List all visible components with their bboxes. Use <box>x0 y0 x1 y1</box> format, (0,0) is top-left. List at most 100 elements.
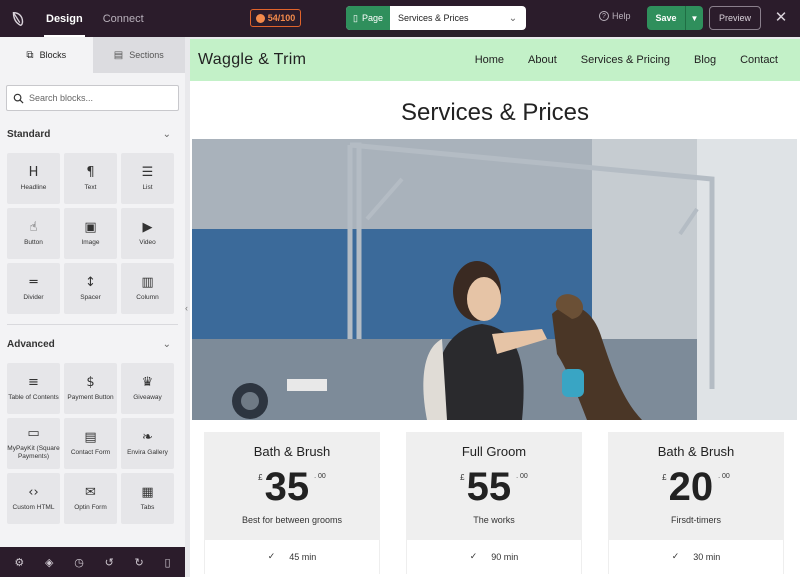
card-price: £55 . 00 <box>406 465 582 509</box>
block-label: Custom HTML <box>12 503 55 511</box>
block-label: Tabs <box>140 503 155 511</box>
block-divider[interactable]: ═ Divider <box>7 263 60 314</box>
chevron-down-icon: ⌄ <box>162 128 171 140</box>
block-text[interactable]: ¶ Text <box>64 153 117 204</box>
card-duration: 90 min <box>491 552 519 562</box>
block-envira-gallery[interactable]: ❧ Envira Gallery <box>121 418 174 469</box>
block-tabs[interactable]: ▦ Tabs <box>121 473 174 524</box>
sidebar-tabs: ⧉ Blocks ▤ Sections <box>0 37 185 73</box>
block-headline[interactable]: H Headline <box>7 153 60 204</box>
nav-services[interactable]: Services & Pricing <box>581 54 670 66</box>
page-icon: ▯ <box>353 12 358 23</box>
site-name[interactable]: Waggle & Trim <box>198 51 306 69</box>
save-button[interactable]: Save ▼ <box>647 6 703 30</box>
block-payment-button[interactable]: $ Payment Button <box>64 363 117 414</box>
card-description: Best for between grooms <box>241 515 343 525</box>
page-tag: ▯ Page <box>346 6 390 30</box>
card-feature-row: ✓ 90 min <box>406 540 582 574</box>
tab-sections-label: Sections <box>129 50 164 60</box>
block-label: Divider <box>23 293 44 301</box>
block-table-of-contents[interactable]: ≡ Table of Contents <box>7 363 60 414</box>
device-preview-icon[interactable]: ▯ <box>165 556 171 569</box>
tab-sections[interactable]: ▤ Sections <box>92 37 185 73</box>
block-label: Headline <box>20 183 47 191</box>
chevron-down-icon[interactable]: ⌄ <box>500 6 526 30</box>
block-label: MyPayKit (Square Payments) <box>7 444 60 460</box>
help-link[interactable]: ? Help <box>599 11 631 21</box>
block-custom-html[interactable]: ‹› Custom HTML <box>7 473 60 524</box>
nav-blog[interactable]: Blog <box>694 54 716 66</box>
block-icon: ▤ <box>84 429 97 445</box>
card-title: Bath & Brush <box>253 444 331 459</box>
nav-about[interactable]: About <box>528 54 557 66</box>
layers-icon[interactable]: ◈ <box>45 556 53 569</box>
score-value: 54/100 <box>267 13 296 23</box>
block-spacer[interactable]: ↕ Spacer <box>64 263 117 314</box>
block-label: Giveaway <box>133 393 162 401</box>
block-button[interactable]: ☝ Button <box>7 208 60 259</box>
page-heading[interactable]: Services & Prices <box>190 99 800 137</box>
block-icon: ═ <box>29 274 38 290</box>
block-icon: ▣ <box>84 219 97 235</box>
tab-connect[interactable]: Connect <box>93 0 154 37</box>
redo-icon[interactable]: ↻ <box>135 556 144 569</box>
pricing-card[interactable]: Bath & Brush £35 . 00 Best for between groo… <box>204 432 380 574</box>
hero-image[interactable] <box>192 139 797 420</box>
history-icon[interactable]: ◷ <box>74 556 84 569</box>
nav-contact[interactable]: Contact <box>740 54 778 66</box>
tab-blocks-label: Blocks <box>39 50 67 60</box>
block-label: Spacer <box>80 293 101 301</box>
price-cents: . 00 <box>314 473 326 480</box>
section-divider <box>7 324 178 325</box>
block-optin-form[interactable]: ✉ Optin Form <box>64 473 117 524</box>
close-icon[interactable]: ✕ <box>772 8 790 26</box>
block-giveaway[interactable]: ♛ Giveaway <box>121 363 174 414</box>
block-icon: ‹› <box>28 484 39 500</box>
block-icon: ☝ <box>29 219 38 235</box>
advanced-section-header[interactable]: Advanced ⌄ <box>0 335 185 353</box>
site-nav: Home About Services & Pricing Blog Conta… <box>475 54 800 66</box>
tab-blocks[interactable]: ⧉ Blocks <box>0 37 93 73</box>
standard-section-header[interactable]: Standard ⌄ <box>0 125 185 143</box>
card-description: Firsdt-timers <box>671 515 721 525</box>
card-title: Full Groom <box>461 444 527 459</box>
tab-design[interactable]: Design <box>36 0 93 37</box>
search-icon <box>13 93 24 104</box>
currency-symbol: £ <box>460 473 465 482</box>
block-label: Optin Form <box>74 503 107 511</box>
settings-icon[interactable]: ⚙ <box>14 556 24 569</box>
card-description: The works <box>473 515 515 525</box>
page-selector[interactable]: ▯ Page Services & Prices ⌄ <box>346 6 526 30</box>
page-score-badge[interactable]: 54/100 <box>250 9 301 27</box>
block-icon: ▦ <box>141 484 154 500</box>
site-header[interactable]: Waggle & Trim Home About Services & Pric… <box>190 39 800 81</box>
currency-symbol: £ <box>662 473 667 482</box>
advanced-title: Advanced <box>7 338 55 350</box>
save-options-icon[interactable]: ▼ <box>685 6 703 30</box>
block-mypaykit-square-payments[interactable]: ▭ MyPayKit (Square Payments) <box>7 418 60 469</box>
block-icon: ☰ <box>141 164 154 180</box>
nav-home[interactable]: Home <box>475 54 504 66</box>
card-price: £35 . 00 <box>204 465 380 509</box>
currency-symbol: £ <box>258 473 263 482</box>
logo-icon[interactable] <box>0 0 36 37</box>
block-list[interactable]: ☰ List <box>121 153 174 204</box>
card-price: £20 . 00 <box>608 465 784 509</box>
block-icon: ▶ <box>142 219 153 235</box>
block-video[interactable]: ▶ Video <box>121 208 174 259</box>
block-contact-form[interactable]: ▤ Contact Form <box>64 418 117 469</box>
block-icon: $ <box>86 374 95 390</box>
block-column[interactable]: ▥ Column <box>121 263 174 314</box>
block-image[interactable]: ▣ Image <box>64 208 117 259</box>
block-icon: ≡ <box>28 374 39 390</box>
card-title: Bath & Brush <box>657 444 735 459</box>
blocks-icon: ⧉ <box>26 49 34 61</box>
page-canvas: Waggle & Trim Home About Services & Pric… <box>190 39 800 577</box>
undo-icon[interactable]: ↺ <box>105 556 114 569</box>
block-icon: ▭ <box>27 425 40 441</box>
search-blocks-input[interactable]: Search blocks... <box>6 85 179 111</box>
pricing-card[interactable]: Bath & Brush £20 . 00 Firsdt-timers ✓ 30 min <box>608 432 784 574</box>
page-name: Services & Prices <box>397 13 469 23</box>
preview-button[interactable]: Preview <box>709 6 761 30</box>
pricing-card[interactable]: Full Groom £55 . 00 The works ✓ 90 min <box>406 432 582 574</box>
